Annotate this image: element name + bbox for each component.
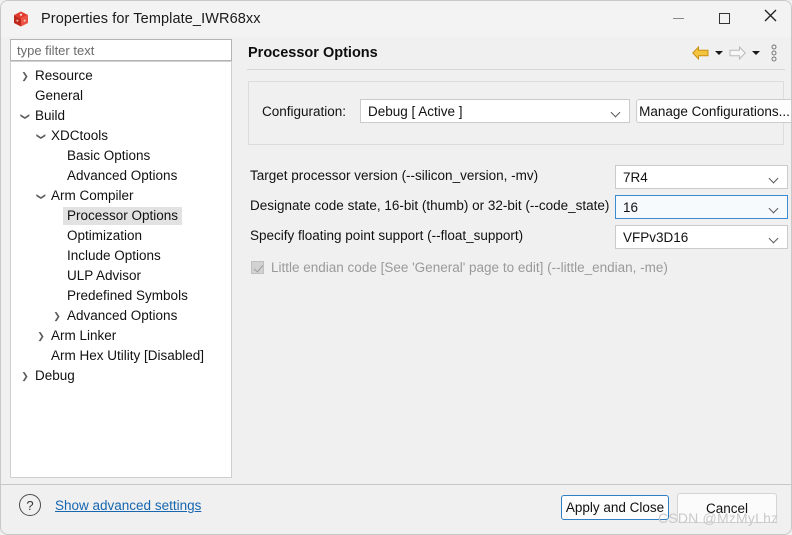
apply-and-close-button[interactable]: Apply and Close: [561, 495, 669, 520]
chevron-down-icon[interactable]: [33, 186, 49, 206]
option-row-1: Target processor version (--silicon_vers…: [248, 165, 788, 189]
minimize-icon: [672, 17, 684, 19]
chevron-right-icon[interactable]: [33, 326, 49, 346]
tree-item-processor-options[interactable]: Processor Options: [11, 206, 231, 226]
content-panel: Processor Options Configuration: Debug […: [237, 37, 791, 477]
tree-item-advanced-options[interactable]: Advanced Options: [11, 166, 231, 186]
tree-item-xdctools[interactable]: XDCtools: [11, 126, 231, 146]
tree-item-ulp-advisor[interactable]: ULP Advisor: [11, 266, 231, 286]
maximize-icon: [718, 12, 730, 24]
tree-item-arm-compiler[interactable]: Arm Compiler: [11, 186, 231, 206]
back-arrow-icon[interactable]: [689, 40, 711, 66]
tree-item-label: Arm Linker: [51, 328, 117, 343]
tree-item-label: Predefined Symbols: [67, 288, 188, 303]
tree-item-label: Advanced Options: [67, 168, 178, 183]
little-endian-label: Little endian code [See 'General' page t…: [271, 259, 668, 275]
chevron-right-icon[interactable]: [49, 306, 65, 326]
tree-item-label: ULP Advisor: [67, 268, 142, 283]
chevron-down-icon[interactable]: [33, 126, 49, 146]
tree-item-label: Build: [35, 108, 66, 123]
option-dropdown-3[interactable]: VFPv3D16: [615, 225, 788, 249]
option-label: Specify floating point support (--float_…: [250, 228, 524, 243]
show-advanced-settings-link[interactable]: Show advanced settings: [55, 498, 201, 513]
configuration-value: Debug [ Active ]: [368, 103, 463, 119]
content-header: Processor Options: [237, 37, 791, 69]
tree-item-resource[interactable]: Resource: [11, 66, 231, 86]
chevron-down-icon: [770, 175, 779, 180]
chevron-right-icon[interactable]: [17, 366, 33, 386]
title-bar: Properties for Template_IWR68xx: [1, 1, 791, 37]
question-mark-icon[interactable]: ?: [19, 494, 41, 516]
tree-item-basic-options[interactable]: Basic Options: [11, 146, 231, 166]
minimize-button[interactable]: [655, 1, 701, 35]
tree-item-build[interactable]: Build: [11, 106, 231, 126]
tree-item-predefined-symbols[interactable]: Predefined Symbols: [11, 286, 231, 306]
properties-dialog: Properties for Template_IWR68xx Resource…: [0, 0, 792, 535]
back-menu-chevron-down-icon[interactable]: [711, 40, 726, 66]
header-toolbar: [689, 37, 785, 69]
manage-configurations-button[interactable]: Manage Configurations...: [636, 99, 791, 123]
tree-item-optimization[interactable]: Optimization: [11, 226, 231, 246]
tree-item-label: Include Options: [67, 248, 161, 263]
settings-tree[interactable]: Resource General Build XDCtools Basic Option…: [10, 61, 232, 478]
option-value: 16: [623, 199, 639, 215]
tree-item-arm-linker[interactable]: Arm Linker: [11, 326, 231, 346]
tree-item-debug[interactable]: Debug: [11, 366, 231, 386]
forward-menu-chevron-down-icon[interactable]: [748, 40, 763, 66]
tree-item-label: Resource: [35, 68, 93, 83]
tree-item-label: Arm Compiler: [51, 188, 134, 203]
close-icon: [764, 9, 777, 27]
option-row-3: Specify floating point support (--float_…: [248, 225, 788, 249]
footer-divider: [1, 484, 791, 485]
tree-item-label: Processor Options: [63, 207, 183, 225]
tree-item-label: General: [35, 88, 84, 103]
page-title: Processor Options: [248, 45, 378, 61]
chevron-right-icon[interactable]: [17, 66, 33, 86]
tree-item-arm-hex-utility-disabled[interactable]: Arm Hex Utility [Disabled]: [11, 346, 231, 366]
chevron-down-icon: [612, 109, 621, 114]
maximize-button[interactable]: [701, 1, 747, 35]
option-dropdown-1[interactable]: 7R4: [615, 165, 788, 189]
filter-input[interactable]: [10, 39, 232, 61]
tree-item-label: Optimization: [67, 228, 143, 243]
little-endian-checkbox: [251, 260, 264, 274]
tree-item-label: Debug: [35, 368, 75, 383]
tree-item-label: XDCtools: [51, 128, 109, 143]
chevron-down-icon[interactable]: [17, 106, 33, 126]
vertical-dots-icon[interactable]: [763, 40, 785, 66]
option-value: VFPv3D16: [623, 229, 689, 245]
red-cube-icon: [12, 10, 30, 28]
configuration-dropdown[interactable]: Debug [ Active ]: [360, 99, 630, 123]
chevron-down-icon: [770, 235, 779, 240]
chevron-down-icon: [770, 205, 779, 210]
cancel-button[interactable]: Cancel: [677, 493, 777, 523]
configuration-label: Configuration:: [262, 104, 347, 119]
tree-item-include-options[interactable]: Include Options: [11, 246, 231, 266]
tree-item-label: Arm Hex Utility [Disabled]: [51, 348, 205, 363]
window-title: Properties for Template_IWR68xx: [41, 11, 261, 27]
forward-arrow-icon[interactable]: [726, 40, 748, 66]
header-divider: [247, 69, 785, 70]
option-value: 7R4: [623, 169, 648, 185]
apply-and-close-label: Apply and Close: [565, 500, 665, 515]
option-label: Target processor version (--silicon_vers…: [250, 168, 539, 183]
option-dropdown-2[interactable]: 16: [615, 195, 788, 219]
manage-configurations-label: Manage Configurations...: [639, 103, 790, 119]
little-endian-row: Little endian code [See 'General' page t…: [248, 257, 784, 277]
option-label: Designate code state, 16-bit (thumb) or …: [250, 198, 610, 213]
tree-item-general[interactable]: General: [11, 86, 231, 106]
tree-item-advanced-options[interactable]: Advanced Options: [11, 306, 231, 326]
close-button[interactable]: [747, 1, 791, 35]
tree-item-label: Basic Options: [67, 148, 151, 163]
cancel-label: Cancel: [705, 500, 749, 516]
option-row-2: Designate code state, 16-bit (thumb) or …: [248, 195, 788, 219]
tree-item-label: Advanced Options: [67, 308, 178, 323]
configuration-group: Configuration: Debug [ Active ] Manage C…: [248, 81, 791, 145]
